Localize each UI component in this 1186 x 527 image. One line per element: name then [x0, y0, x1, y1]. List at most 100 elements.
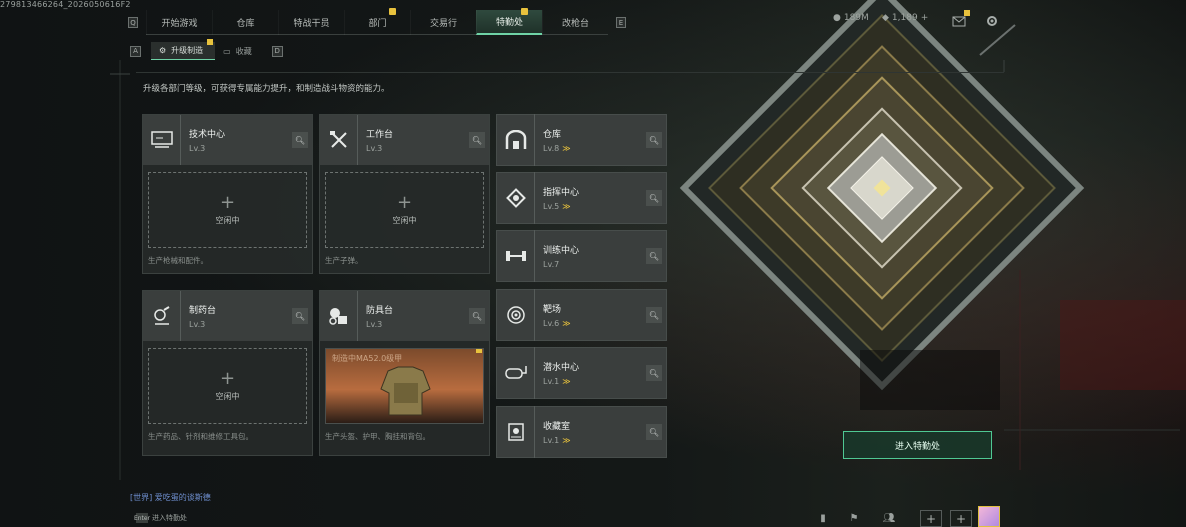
target-icon	[497, 289, 535, 341]
facility-level: Lv.8 ≫	[543, 144, 571, 153]
add-slot-button[interactable]: +	[950, 510, 972, 527]
production-slot[interactable]: + 空闲中	[325, 172, 484, 248]
notification-flag	[964, 10, 970, 16]
tab-trading[interactable]: 交易行	[410, 10, 476, 35]
subtab-collection[interactable]: ▭ 收藏	[215, 42, 264, 60]
display-case-icon	[497, 406, 535, 458]
main-tabs: 开始游戏 仓库 特战干员 部门 交易行 特勤处 改枪台	[146, 8, 608, 35]
enter-key: Enter	[133, 513, 151, 523]
level-text: Lv.1	[543, 377, 560, 386]
tab-special-ops[interactable]: 特勤处	[476, 8, 542, 35]
subtab-label: 收藏	[235, 46, 252, 56]
search-icon: 🔍︎	[648, 135, 660, 145]
friends-icon: 👥︎	[882, 513, 896, 524]
flag-icon: ⚑	[849, 513, 859, 524]
settings-button[interactable]	[983, 12, 1001, 30]
mail-icon	[952, 16, 966, 27]
friends-button[interactable]: 👥︎	[880, 510, 898, 527]
station-workbench[interactable]: 工作台 Lv.3 🔍︎ + 空闲中 生产子弹。	[319, 114, 490, 274]
facility-command-center[interactable]: 指挥中心 Lv.5 ≫ 🔍︎	[496, 172, 667, 224]
token-icon: ◆	[882, 13, 889, 23]
search-icon: 🔍︎	[294, 311, 306, 321]
notification-flag	[521, 8, 528, 15]
bar-chart-icon: ▮	[820, 513, 826, 524]
facility-level: Lv.1 ≫	[543, 436, 571, 445]
nav-next-key[interactable]: E	[616, 17, 626, 28]
body-armor-image	[380, 366, 431, 416]
station-level: Lv.3	[366, 320, 393, 329]
upgrade-arrow-icon: ≫	[562, 202, 571, 211]
station-pharmacy[interactable]: 制药台 Lv.3 🔍︎ + 空闲中 生产药品、针剂和维修工具包。	[142, 290, 313, 456]
subnav-next-key[interactable]: D	[271, 45, 283, 57]
sub-navigation: A ⚙ 升级制造 ▭ 收藏 D	[130, 39, 283, 60]
search-button[interactable]: 🔍︎	[292, 308, 308, 324]
search-icon: 🔍︎	[648, 310, 660, 320]
station-header: 防具台 Lv.3 🔍︎	[320, 291, 489, 341]
search-button[interactable]: 🔍︎	[469, 308, 485, 324]
currency-coins[interactable]: ● 189M	[833, 13, 869, 23]
station-level: Lv.3	[189, 320, 216, 329]
tab-warehouse[interactable]: 仓库	[212, 10, 278, 35]
plus-icon: +	[219, 368, 236, 389]
search-button[interactable]: 🔍︎	[469, 132, 485, 148]
subtab-upgrade-craft[interactable]: ⚙ 升级制造	[151, 39, 216, 60]
chat-enter-button[interactable]: Enter 进入特勤处	[133, 513, 187, 523]
tab-label: 特战干员	[293, 19, 330, 29]
facility-title: 训练中心	[543, 246, 580, 256]
facility-title: 潜水中心	[543, 363, 580, 373]
facility-collection-room[interactable]: 收藏室 Lv.1 ≫ 🔍︎	[496, 406, 667, 458]
flag-button[interactable]: ⚑	[846, 510, 862, 527]
notification-flag	[389, 8, 396, 15]
stats-button[interactable]: ▮	[815, 510, 831, 527]
plus-icon: +	[396, 192, 413, 213]
subnav-prev-key[interactable]: A	[130, 45, 141, 57]
facility-shooting-range[interactable]: 靶场 Lv.6 ≫ 🔍︎	[496, 289, 667, 341]
search-button[interactable]: 🔍︎	[646, 424, 662, 440]
top-navigation: Q 开始游戏 仓库 特战干员 部门 交易行 特勤处 改枪台 E	[128, 8, 626, 35]
facility-level: Lv.1 ≫	[543, 377, 579, 386]
mail-button[interactable]	[950, 10, 970, 30]
tab-start-game[interactable]: 开始游戏	[146, 10, 212, 35]
upgrade-arrow-icon: ≫	[562, 377, 571, 386]
enter-special-ops-button[interactable]: 进入特勤处	[843, 431, 992, 459]
dumbbell-icon	[497, 230, 535, 282]
level-text: Lv.6	[543, 319, 560, 328]
station-header: 技术中心 Lv.3 🔍︎	[143, 115, 312, 165]
collection-icon: ▭	[223, 46, 231, 56]
search-button[interactable]: 🔍︎	[646, 132, 662, 148]
station-title: 防具台	[366, 306, 394, 316]
nav-prev-key[interactable]: Q	[128, 17, 138, 28]
facility-title: 靶场	[543, 305, 562, 315]
facility-training-center[interactable]: 训练中心 Lv.7 🔍︎	[496, 230, 667, 282]
production-slot-active[interactable]: 制造中MA52.0级甲	[325, 348, 484, 424]
tab-label: 改枪台	[561, 19, 589, 29]
search-button[interactable]: 🔍︎	[646, 365, 662, 381]
subtab-label: 升级制造	[171, 46, 204, 55]
tab-gunsmith[interactable]: 改枪台	[542, 10, 608, 35]
production-slot[interactable]: + 空闲中	[148, 172, 307, 248]
station-header: 工作台 Lv.3 🔍︎	[320, 115, 489, 165]
currency-tokens[interactable]: ◆ 1,189 +	[882, 13, 928, 23]
facility-warehouse[interactable]: 仓库 Lv.8 ≫ 🔍︎	[496, 114, 667, 166]
search-button[interactable]: 🔍︎	[292, 132, 308, 148]
facility-diving-center[interactable]: 潜水中心 Lv.1 ≫ 🔍︎	[496, 347, 667, 399]
microscope-icon	[143, 291, 181, 341]
station-tech-center[interactable]: 技术中心 Lv.3 🔍︎ + 空闲中 生产枪械和配件。	[142, 114, 313, 274]
add-slot-button[interactable]: +	[920, 510, 942, 527]
chat-message[interactable]: [世界] 爱吃蛋的谈斯德	[130, 492, 211, 503]
tab-operators[interactable]: 特战干员	[278, 10, 344, 35]
search-button[interactable]: 🔍︎	[646, 248, 662, 264]
search-button[interactable]: 🔍︎	[646, 307, 662, 323]
command-chip-icon	[497, 172, 535, 224]
upgrade-arrow-icon: ≫	[562, 436, 571, 445]
station-armor[interactable]: 防具台 Lv.3 🔍︎ 制造中MA52.0级甲 生产头盔、护甲、胸挂和背包。	[319, 290, 490, 456]
station-title: 技术中心	[189, 130, 226, 140]
avatar[interactable]	[978, 506, 1000, 527]
tab-departments[interactable]: 部门	[344, 8, 410, 35]
upgrade-arrow-icon: ≫	[562, 144, 571, 153]
facility-level: Lv.6 ≫	[543, 319, 571, 328]
production-slot[interactable]: + 空闲中	[148, 348, 307, 424]
search-button[interactable]: 🔍︎	[646, 190, 662, 206]
chat-button-label: 进入特勤处	[152, 514, 187, 522]
coin-icon: ●	[833, 13, 841, 23]
